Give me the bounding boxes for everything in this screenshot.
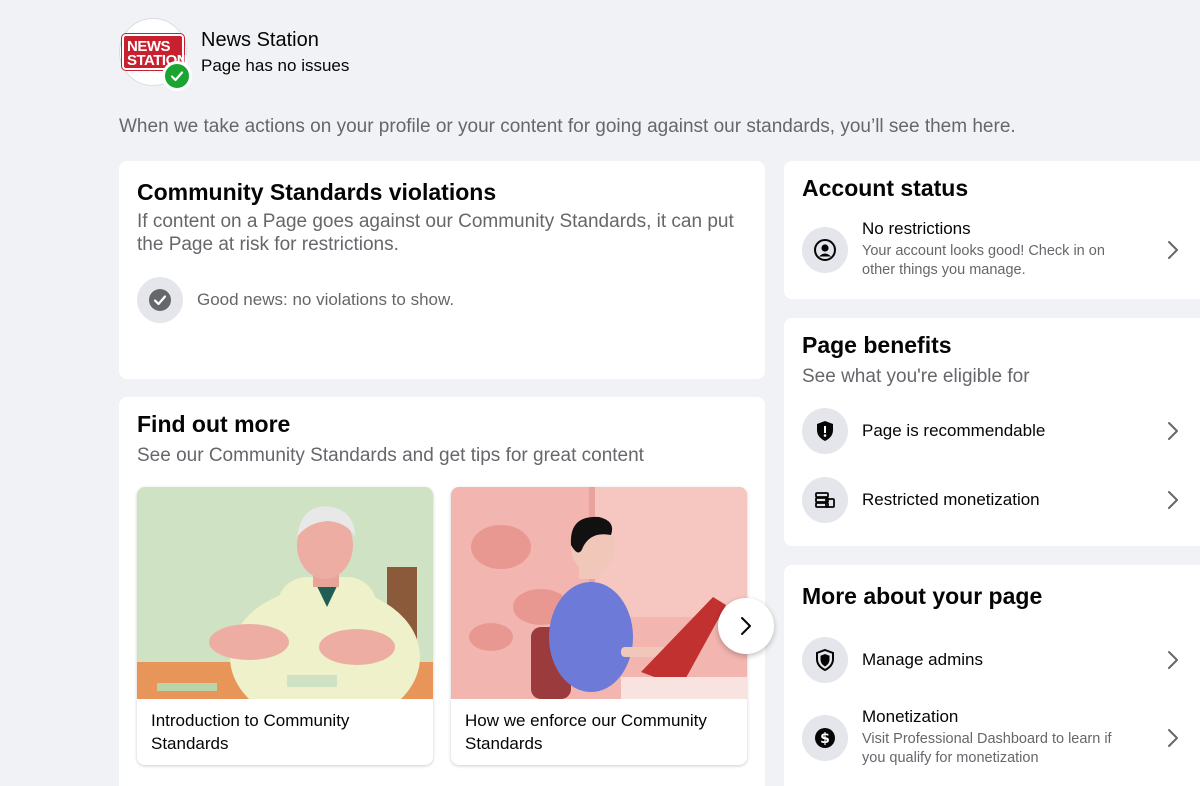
- chevron-right-icon: [1162, 727, 1184, 749]
- shield-alert-icon: [802, 408, 848, 454]
- benefit-recommendable-row[interactable]: Page is recommendable: [802, 408, 1184, 454]
- account-status-item-desc: Your account looks good! Check in on oth…: [862, 243, 1105, 278]
- violations-subtitle: If content on a Page goes against our Co…: [137, 211, 734, 255]
- find-out-more-title: Find out more: [137, 411, 291, 437]
- manage-admins-row[interactable]: Manage admins: [802, 637, 1184, 683]
- shield-icon: [802, 637, 848, 683]
- find-out-more-card: Find out more See our Community Standard…: [119, 397, 765, 786]
- man-reading-illustration: [137, 487, 433, 727]
- page-benefits-card: Page benefits See what you're eligible f…: [784, 318, 1200, 546]
- page-avatar[interactable]: NEWS STATION: [119, 18, 192, 91]
- user-circle-icon: [802, 226, 848, 273]
- chevron-right-icon: [1162, 420, 1184, 442]
- page-benefits-subtitle: See what you're eligible for: [802, 366, 1030, 387]
- manage-admins-label: Manage admins: [862, 650, 983, 669]
- monetization-desc: Visit Professional Dashboard to learn if…: [862, 731, 1112, 766]
- article-caption: How we enforce our Community Standards: [465, 711, 707, 753]
- page-status: Page has no issues: [201, 55, 350, 75]
- monetization-row[interactable]: $ Monetization Visit Professional Dashbo…: [802, 707, 1184, 768]
- chevron-right-icon: [1162, 649, 1184, 671]
- account-status-card: Account status No restrictions Your acco…: [784, 161, 1200, 299]
- monetization-label: Monetization: [862, 707, 959, 726]
- account-status-title: Account status: [802, 175, 969, 201]
- benefit-monetization-row[interactable]: Restricted monetization: [802, 477, 1184, 523]
- chevron-right-icon: [1162, 489, 1184, 511]
- coins-icon: [802, 477, 848, 523]
- article-caption: Introduction to Community Standards: [151, 711, 350, 753]
- violations-title: Community Standards violations: [137, 179, 497, 205]
- more-about-card: More about your page Manage admins $ Mon…: [784, 565, 1200, 786]
- account-status-item-title: No restrictions: [862, 219, 971, 238]
- good-news-text: Good news: no violations to show.: [197, 290, 455, 309]
- benefit-label: Page is recommendable: [862, 421, 1046, 440]
- violations-card: Community Standards violations If conten…: [119, 161, 765, 379]
- account-status-row[interactable]: No restrictions Your account looks good!…: [802, 219, 1184, 280]
- page-name: News Station: [201, 28, 319, 51]
- chevron-right-icon: [741, 617, 751, 635]
- dollar-icon: $: [802, 714, 848, 761]
- page-benefits-title: Page benefits: [802, 332, 952, 358]
- woman-laptop-illustration: [451, 487, 747, 699]
- benefit-label: Restricted monetization: [862, 490, 1040, 509]
- page-header: NEWS STATION News Station Page has no is…: [119, 18, 350, 91]
- check-badge-icon: [162, 61, 192, 91]
- find-out-more-subtitle: See our Community Standards and get tips…: [137, 445, 644, 466]
- check-circle-icon: [137, 277, 183, 323]
- no-violations-row: Good news: no violations to show.: [137, 277, 747, 323]
- article-card-enforce[interactable]: How we enforce our Community Standards: [451, 487, 747, 765]
- intro-text: When we take actions on your profile or …: [119, 116, 1016, 137]
- article-card-intro[interactable]: Introduction to Community Standards: [137, 487, 433, 765]
- carousel-next-button[interactable]: [718, 598, 774, 654]
- more-about-title: More about your page: [802, 583, 1043, 609]
- svg-text:$: $: [820, 731, 830, 747]
- chevron-right-icon: [1162, 239, 1184, 261]
